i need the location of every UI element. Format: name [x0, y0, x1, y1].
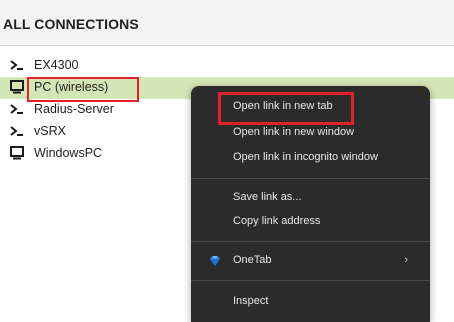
- onetab-gem-icon: [210, 256, 220, 266]
- menu-item-open-incognito[interactable]: Open link in incognito window: [191, 147, 430, 169]
- menu-item-copy-link[interactable]: Copy link address: [191, 211, 430, 233]
- menu-highlight-box: [218, 92, 354, 125]
- menu-item-save-link[interactable]: Save link as...: [191, 187, 430, 209]
- terminal-icon: [10, 60, 23, 70]
- connection-label: Radius-Server: [34, 102, 114, 116]
- terminal-icon: [10, 126, 23, 136]
- menu-separator: [191, 280, 430, 281]
- menu-item-label: Save link as...: [233, 191, 302, 203]
- menu-item-inspect[interactable]: Inspect: [191, 291, 430, 313]
- connection-item-ex4300[interactable]: EX4300: [0, 55, 454, 77]
- terminal-icon: [10, 104, 23, 114]
- menu-item-onetab[interactable]: OneTab ›: [191, 250, 430, 272]
- menu-item-label: Copy link address: [233, 215, 321, 227]
- chevron-right-icon: ›: [404, 254, 408, 266]
- menu-separator: [191, 178, 430, 179]
- menu-separator: [191, 241, 430, 242]
- connections-header: ALL CONNECTIONS: [0, 0, 454, 46]
- menu-item-label: Open link in new window: [233, 126, 355, 138]
- menu-item-open-new-window[interactable]: Open link in new window: [191, 122, 430, 144]
- menu-item-label: Open link in incognito window: [233, 151, 378, 163]
- page-title: ALL CONNECTIONS: [3, 16, 139, 32]
- connection-label: vSRX: [34, 124, 66, 138]
- monitor-icon: [10, 146, 24, 160]
- connection-label: EX4300: [34, 58, 79, 72]
- menu-item-label: OneTab: [233, 254, 272, 266]
- connection-label: WindowsPC: [34, 146, 103, 160]
- menu-item-label: Inspect: [233, 295, 269, 307]
- monitor-icon: [10, 80, 24, 94]
- selection-highlight-box: [27, 77, 139, 102]
